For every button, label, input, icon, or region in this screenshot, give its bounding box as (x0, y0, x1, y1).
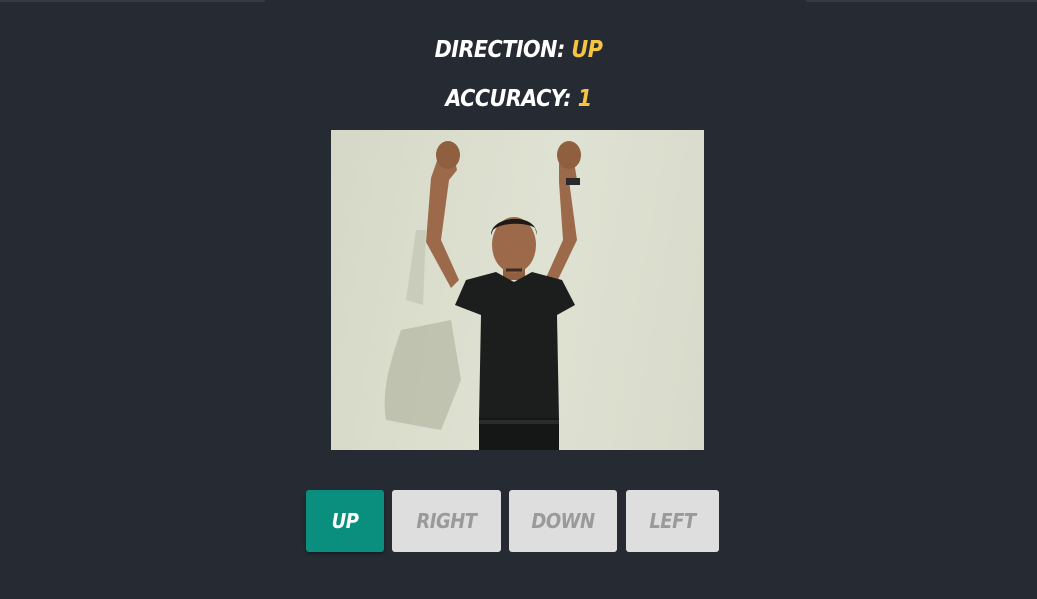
direction-value: UP (571, 37, 603, 63)
camera-feed-image (331, 130, 704, 450)
accuracy-label: Accuracy: (445, 86, 572, 112)
up-button[interactable]: UP (306, 490, 384, 552)
direction-buttons: UP RIGHT DOWN LEFT (0, 490, 1037, 553)
accuracy-value: 1 (577, 86, 592, 112)
down-button[interactable]: DOWN (509, 490, 617, 552)
person-arms-up-image (384, 141, 581, 450)
right-button[interactable]: RIGHT (392, 490, 501, 552)
accuracy-readout: Accuracy: 1 (0, 86, 1037, 112)
direction-label: Direction: (434, 37, 566, 63)
direction-readout: Direction: UP (0, 37, 1037, 63)
left-button[interactable]: LEFT (626, 490, 719, 552)
top-divider-right (806, 0, 1037, 2)
top-divider-left (0, 0, 265, 2)
